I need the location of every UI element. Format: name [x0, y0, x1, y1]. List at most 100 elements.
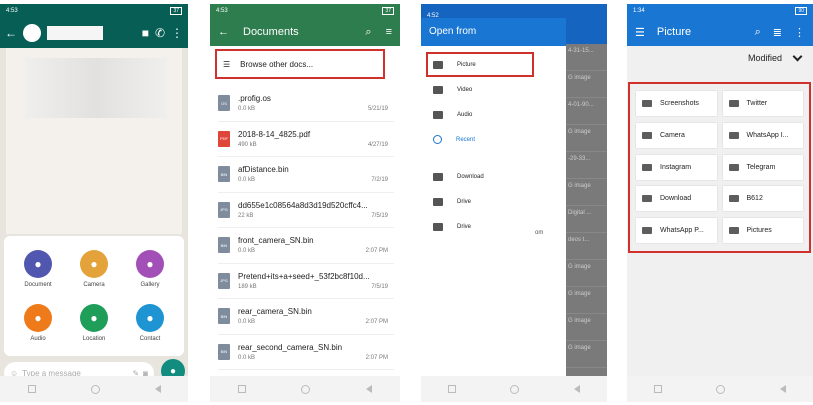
- camera-icon[interactable]: ●: [80, 250, 108, 278]
- search-icon[interactable]: ⌕: [755, 26, 761, 39]
- sort-label[interactable]: Modified: [748, 53, 782, 63]
- folder-item[interactable]: Instagram: [636, 154, 717, 180]
- attach-item-gallery[interactable]: ● Gallery: [122, 250, 178, 296]
- drawer-item-drive[interactable]: Drive: [421, 189, 566, 214]
- status-time: 1:34: [633, 8, 645, 14]
- menu-icon[interactable]: ☰: [635, 26, 645, 39]
- file-row[interactable]: OS .profig.os 0.0 kB 5/21/19: [218, 86, 394, 122]
- attach-panel: ● Document ● Camera ● Gallery ● Audio ● Location ●…: [4, 236, 184, 356]
- file-row[interactable]: PDF 2018-8-14_4825.pdf 490 kB 4/27/19: [218, 122, 394, 157]
- list-view-icon[interactable]: ≣: [773, 26, 782, 39]
- attach-label: Document: [24, 282, 52, 288]
- battery-icon: 37: [382, 7, 394, 15]
- page-title: Documents: [243, 26, 299, 38]
- drawer-item-video[interactable]: Video: [421, 77, 566, 102]
- video-call-icon[interactable]: ■: [142, 26, 149, 40]
- folder-item[interactable]: Screenshots: [636, 91, 717, 116]
- recents-icon[interactable]: [27, 385, 36, 393]
- file-meta: rear_second_camera_SN.bin 0.0 kB 2:07 PM: [238, 343, 394, 361]
- background-item: Digital ...: [566, 206, 607, 233]
- phone-call-icon[interactable]: ✆: [155, 26, 165, 40]
- back-icon[interactable]: [366, 385, 373, 393]
- recents-icon[interactable]: [654, 385, 663, 393]
- drawer-item-download[interactable]: Download: [421, 164, 566, 189]
- home-icon[interactable]: [716, 384, 726, 394]
- folder-item[interactable]: Twitter: [722, 91, 803, 116]
- gallery-icon[interactable]: ●: [136, 250, 164, 278]
- location-icon[interactable]: ●: [80, 304, 108, 332]
- file-size: 490 kB: [238, 141, 257, 148]
- file-type-icon: OS: [218, 95, 230, 112]
- chat-area: [6, 48, 182, 234]
- attach-item-document[interactable]: ● Document: [10, 250, 66, 296]
- home-icon[interactable]: [301, 384, 311, 394]
- sort-bar[interactable]: Modified: [627, 46, 813, 70]
- drawer-item-audio[interactable]: Audio: [421, 102, 566, 127]
- audio-icon[interactable]: ●: [24, 304, 52, 332]
- folder-item[interactable]: Download: [636, 186, 717, 212]
- system-nav: [627, 376, 813, 402]
- file-type-icon: PDF: [218, 130, 230, 147]
- folder-name: B612: [746, 195, 763, 203]
- folder-name: Camera: [660, 131, 685, 139]
- home-icon[interactable]: [90, 384, 100, 394]
- recents-icon[interactable]: [448, 385, 457, 393]
- folder-icon: [728, 100, 739, 107]
- file-name: rear_camera_SN.bin: [238, 307, 312, 317]
- attach-item-location[interactable]: ● Location: [66, 304, 122, 350]
- search-icon[interactable]: ⌕: [365, 26, 371, 39]
- file-size: 0.0 kB: [238, 319, 256, 326]
- chat-header: ← ■ ✆ ⋮: [0, 18, 188, 48]
- back-icon[interactable]: [154, 385, 161, 393]
- drawer-item-drive[interactable]: Drive: [421, 214, 566, 239]
- attach-item-audio[interactable]: ● Audio: [10, 304, 66, 350]
- background-item: G image: [566, 287, 607, 314]
- status-bar: 4:53 37: [0, 4, 188, 18]
- folder-item[interactable]: B612: [722, 186, 803, 212]
- contact-icon[interactable]: ●: [136, 304, 164, 332]
- file-size: 189 kB: [238, 283, 257, 290]
- folder-name: Telegram: [746, 163, 776, 171]
- attach-label: Location: [82, 336, 106, 342]
- document-icon[interactable]: ●: [24, 250, 52, 278]
- folder-item[interactable]: Pictures: [722, 218, 803, 244]
- avatar[interactable]: [23, 24, 41, 42]
- file-row[interactable]: JPG dd655e1c08564a8d3d19d520cffc4... 22 kB…: [218, 193, 394, 228]
- attach-item-contact[interactable]: ● Contact: [122, 304, 178, 350]
- file-row[interactable]: BIN afDistance.bin 0.0 kB 7/2/19: [218, 157, 394, 193]
- file-name: 2018-8-14_4825.pdf: [238, 129, 311, 139]
- file-type-icon: BIN: [218, 166, 230, 183]
- folder-item[interactable]: Camera: [636, 122, 717, 148]
- back-icon[interactable]: [779, 385, 786, 393]
- attach-item-camera[interactable]: ● Camera: [66, 250, 122, 296]
- drawer-item-label: Drive: [457, 223, 472, 230]
- file-name: afDistance.bin: [238, 165, 289, 175]
- more-icon[interactable]: ⋮: [794, 26, 805, 39]
- drawer-title: Open from: [421, 18, 566, 46]
- chevron-down-icon[interactable]: [792, 51, 803, 61]
- back-arrow-icon[interactable]: ←: [5, 26, 17, 40]
- folder-icon: [728, 163, 739, 171]
- background-appbar: [566, 4, 607, 44]
- file-row[interactable]: BIN front_camera_SN.bin 0.0 kB 2:07 PM: [218, 228, 394, 264]
- more-icon[interactable]: ⋮: [171, 26, 183, 40]
- back-arrow-icon[interactable]: ←: [218, 26, 229, 38]
- file-row[interactable]: BIN rear_camera_SN.bin 0.0 kB 2:07 PM: [218, 299, 394, 335]
- recents-icon[interactable]: [237, 385, 246, 393]
- folder-item[interactable]: WhatsApp P...: [636, 218, 717, 244]
- file-details: 490 kB 4/27/19: [238, 142, 388, 148]
- file-row[interactable]: BIN rear_second_camera_SN.bin 0.0 kB 2:07 P…: [218, 335, 394, 370]
- background-content: 4-31-15... G image 4-01-90... G image -29-33…: [566, 4, 607, 376]
- folder-item[interactable]: Telegram: [722, 154, 803, 180]
- folder-item[interactable]: WhatsApp I...: [722, 122, 803, 148]
- status-bar: 4:52: [421, 4, 566, 19]
- drawer-item-recent[interactable]: Recent: [421, 127, 566, 152]
- phone-documents: 4:53 37 ← Documents ⌕ ≡ ☰ Browse other d…: [210, 4, 400, 402]
- home-icon[interactable]: [510, 384, 520, 394]
- sort-icon[interactable]: ≡: [386, 26, 392, 38]
- file-row[interactable]: JPG Pretend+its+a+seed+_53f2bc8f10d... 189…: [218, 264, 394, 299]
- browse-other-docs-button[interactable]: ☰ Browse other docs...: [215, 49, 385, 79]
- back-icon[interactable]: [573, 385, 580, 393]
- contact-name-redacted[interactable]: [47, 26, 103, 40]
- background-item: deos t...: [566, 233, 607, 260]
